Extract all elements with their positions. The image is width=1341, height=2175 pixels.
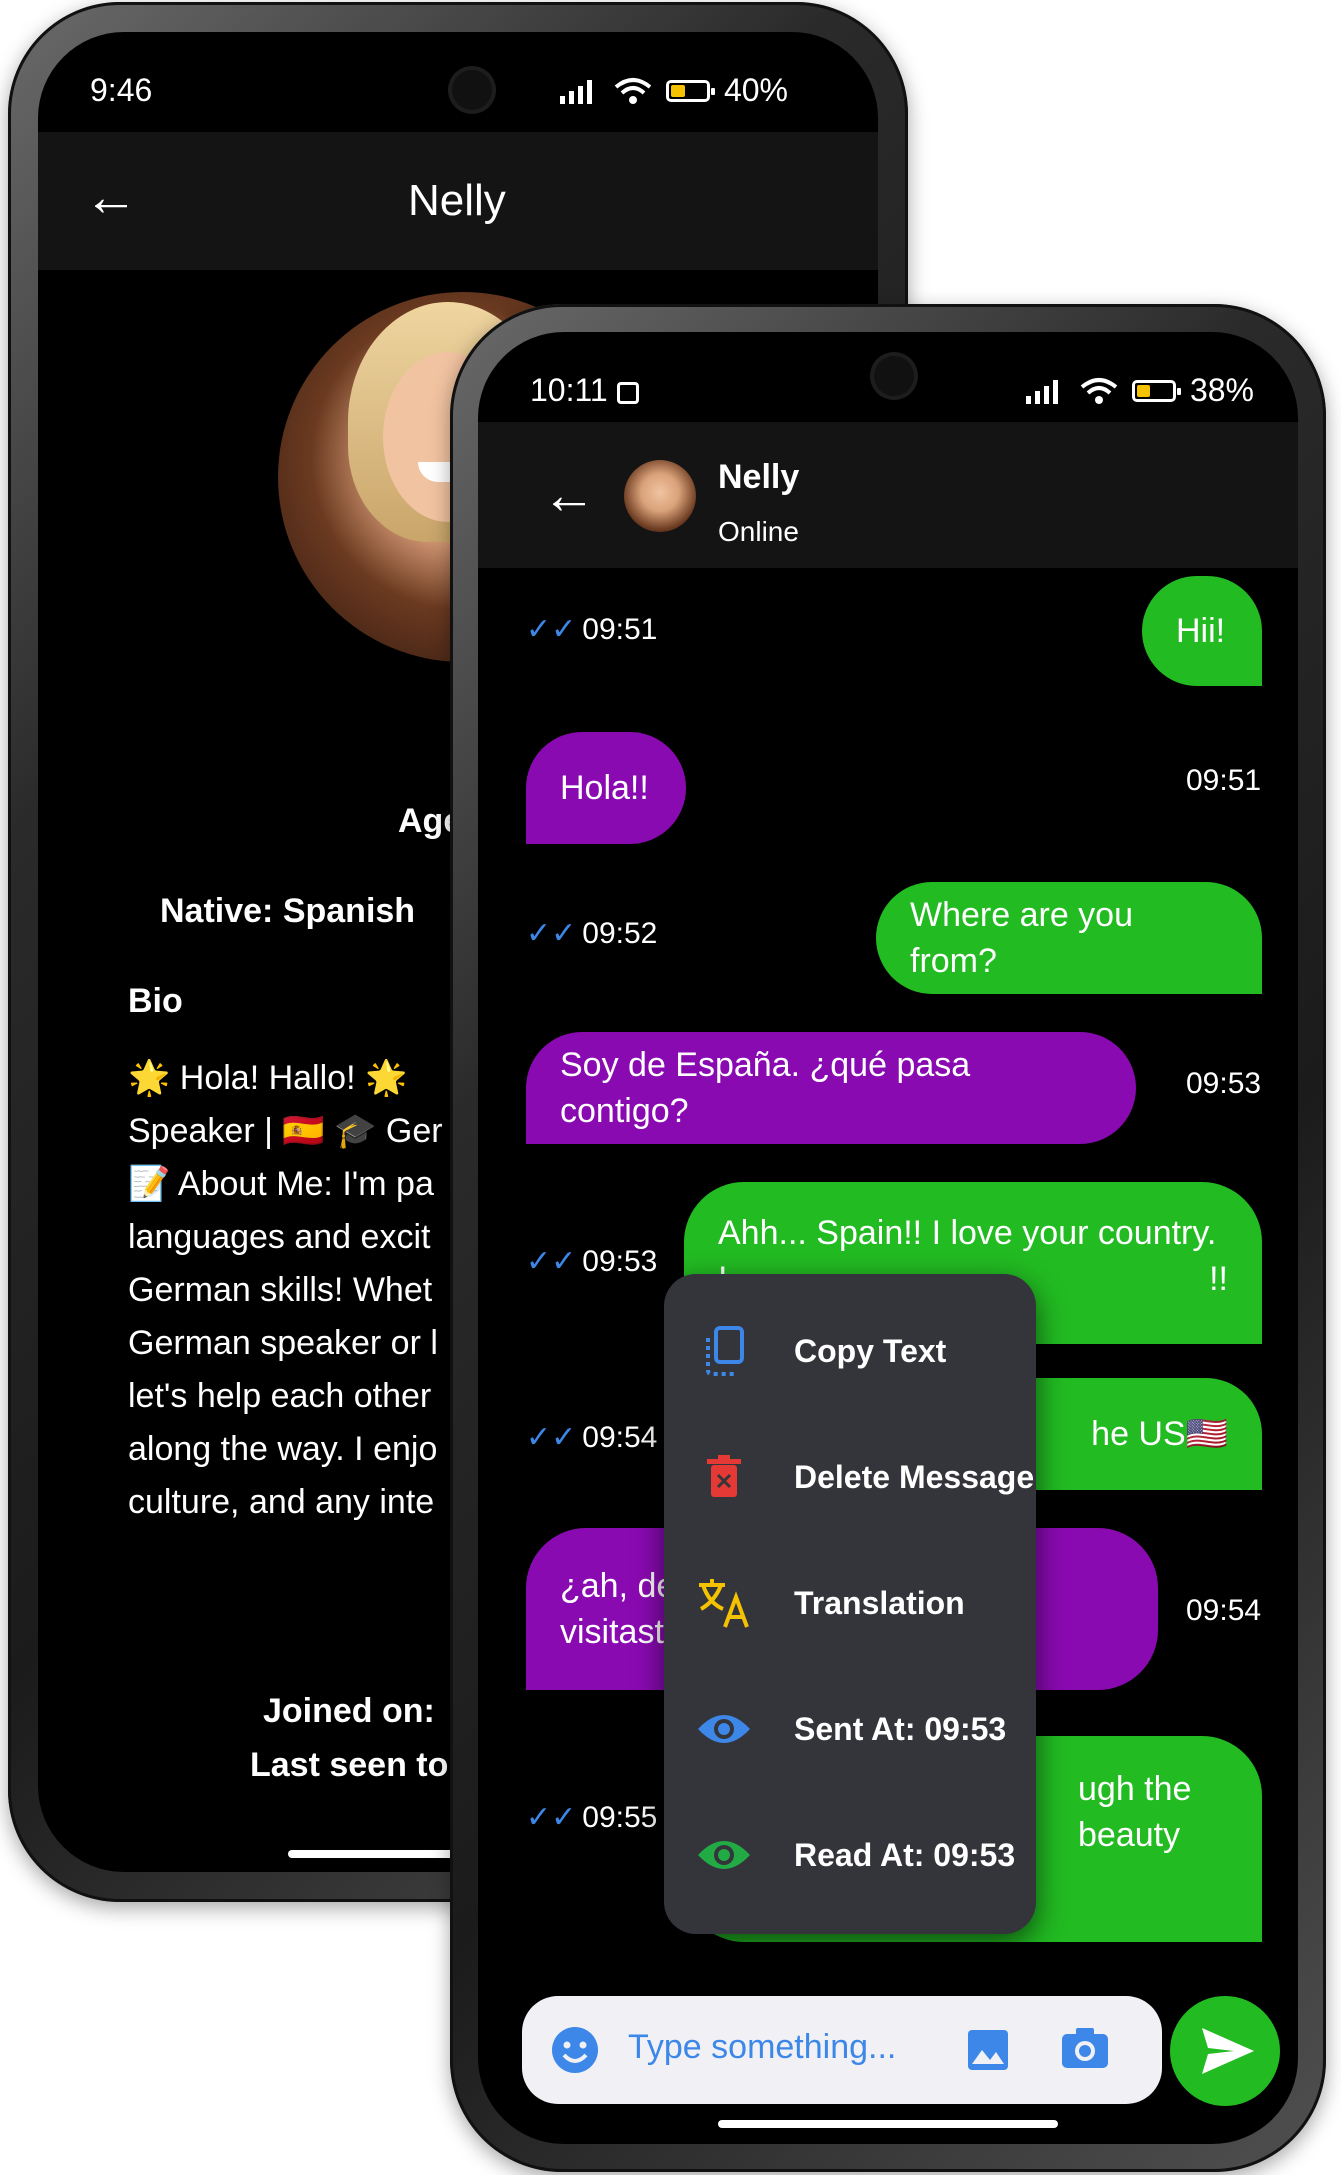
front-phone-screen: 10:11 38% ← Nelly Online Hii! ✓✓ 09:51 Ho…: [478, 332, 1298, 2144]
back-arrow-icon[interactable]: ←: [84, 170, 138, 224]
message-text: Ahh... Spain!! I love your country.: [718, 1214, 1217, 1252]
menu-item-label: Copy Text: [794, 1332, 947, 1369]
menu-item-label: Read At: 09:53: [794, 1836, 1016, 1873]
message-time: 09:51: [1186, 764, 1261, 798]
bio-line: let's help each other: [128, 1377, 432, 1415]
message-text: !!: [1209, 1260, 1228, 1298]
message-time: 09:54: [1186, 1594, 1261, 1628]
eye-icon: [694, 1825, 754, 1885]
message-bubble-incoming[interactable]: Hola!!: [526, 732, 686, 844]
message-time: ✓✓ 09:51: [526, 612, 657, 647]
contact-avatar[interactable]: [624, 460, 696, 532]
copy-icon: [694, 1321, 754, 1381]
double-check-icon: ✓✓: [526, 1245, 577, 1278]
send-button[interactable]: [1170, 1996, 1280, 2106]
message-text: beauty: [1078, 1816, 1181, 1854]
double-check-icon: ✓✓: [526, 917, 577, 950]
double-check-icon: ✓✓: [526, 613, 577, 646]
front-phone-frame: 10:11 38% ← Nelly Online Hii! ✓✓ 09:51 Ho…: [450, 304, 1326, 2172]
signal-icon: [559, 79, 592, 104]
time-text: 09:51: [1186, 764, 1262, 797]
profile-app-bar: ← Nelly: [38, 132, 878, 270]
translate-icon: [694, 1573, 754, 1633]
signal-icon: [1025, 379, 1058, 404]
notification-icon: [616, 381, 639, 404]
message-time: ✓✓ 09:55: [526, 1800, 657, 1835]
message-input-bar: Type something...: [522, 1996, 1162, 2104]
message-time: 09:53: [1186, 1067, 1261, 1101]
emoji-icon[interactable]: [550, 2025, 600, 2075]
status-time: 10:11: [530, 372, 639, 409]
home-indicator: [718, 2120, 1058, 2128]
bio-line: German speaker or l: [128, 1324, 438, 1362]
battery-level: 38%: [1189, 372, 1254, 408]
joined-on: Joined on:: [263, 1692, 435, 1730]
front-camera: [874, 356, 914, 396]
bio-line: 🌟 Hola! Hallo! 🌟: [128, 1059, 408, 1097]
message-bubble-incoming[interactable]: Soy de España. ¿qué pasa contigo?: [526, 1032, 1136, 1144]
bio-text: 🌟 Hola! Hallo! 🌟 Speaker | 🇪🇸 🎓 Ger 📝 Ab…: [128, 1052, 443, 1529]
time-text: 09:54: [582, 1421, 658, 1454]
message-time: ✓✓ 09:54: [526, 1420, 657, 1455]
double-check-icon: ✓✓: [526, 1421, 577, 1454]
front-camera: [452, 70, 492, 110]
bio-line: German skills! Whet: [128, 1271, 433, 1309]
profile-title: Nelly: [408, 176, 506, 225]
menu-item-label: Delete Message: [794, 1458, 1035, 1495]
bio-line: culture, and any inte: [128, 1483, 435, 1521]
native-language: Native: Spanish: [160, 892, 416, 930]
camera-icon[interactable]: [1060, 2026, 1110, 2070]
bio-heading: Bio: [128, 982, 183, 1020]
time-text: 09:53: [582, 1245, 658, 1278]
bio-line: languages and excit: [128, 1218, 431, 1256]
message-input[interactable]: Type something...: [628, 2028, 896, 2067]
message-text: Hii!: [1176, 612, 1226, 650]
contact-name[interactable]: Nelly: [718, 458, 799, 497]
menu-item-translation[interactable]: Translation: [664, 1540, 1036, 1666]
message-text: ugh the: [1078, 1770, 1192, 1808]
time-text: 09:54: [1186, 1594, 1262, 1627]
back-arrow-icon[interactable]: ←: [542, 468, 596, 522]
message-text: Where are you from?: [910, 896, 1133, 980]
battery-icon: [1131, 379, 1181, 402]
time-text: 09:55: [582, 1801, 658, 1834]
menu-item-sent-at[interactable]: Sent At: 09:53: [664, 1666, 1036, 1792]
message-time: ✓✓ 09:53: [526, 1244, 657, 1279]
chat-app-bar: ← Nelly Online: [478, 422, 1298, 568]
status-time-text: 10:11: [530, 372, 608, 408]
bio-line: along the way. I enjo: [128, 1430, 438, 1468]
menu-item-label: Sent At: 09:53: [794, 1710, 1007, 1747]
message-time: ✓✓ 09:52: [526, 916, 657, 951]
delete-icon: [694, 1447, 754, 1507]
contact-presence: Online: [718, 516, 799, 547]
last-seen: Last seen to: [250, 1746, 449, 1784]
double-check-icon: ✓✓: [526, 1801, 577, 1834]
message-text: Soy de España. ¿qué pasa contigo?: [560, 1046, 971, 1130]
battery-level: 40%: [723, 72, 788, 108]
message-context-menu: Copy Text Delete Message Translation Sen…: [664, 1274, 1036, 1934]
status-time: 9:46: [90, 72, 153, 108]
bio-line: Speaker | 🇪🇸 🎓 Ger: [128, 1112, 443, 1150]
gallery-icon[interactable]: [966, 2028, 1010, 2072]
time-text: 09:51: [582, 613, 658, 646]
menu-item-copy-text[interactable]: Copy Text: [664, 1288, 1036, 1414]
send-icon: [1202, 2028, 1254, 2074]
menu-item-label: Translation: [794, 1584, 965, 1621]
menu-item-delete-message[interactable]: Delete Message: [664, 1414, 1036, 1540]
bio-line: 📝 About Me: I'm pa: [128, 1165, 434, 1203]
wifi-icon: [614, 77, 652, 104]
message-bubble-outgoing[interactable]: Hii!: [1142, 576, 1262, 686]
eye-icon: [694, 1699, 754, 1759]
status-icons: 38%: [1025, 372, 1254, 409]
message-text: he US🇺🇸: [1091, 1415, 1228, 1453]
time-text: 09:53: [1186, 1067, 1262, 1100]
status-icons: 40%: [559, 72, 788, 109]
battery-icon: [665, 79, 715, 102]
time-text: 09:52: [582, 917, 658, 950]
message-text: Hola!!: [560, 769, 649, 807]
message-bubble-outgoing[interactable]: Where are you from?: [876, 882, 1262, 994]
menu-item-read-at[interactable]: Read At: 09:53: [664, 1792, 1036, 1918]
wifi-icon: [1080, 377, 1118, 404]
